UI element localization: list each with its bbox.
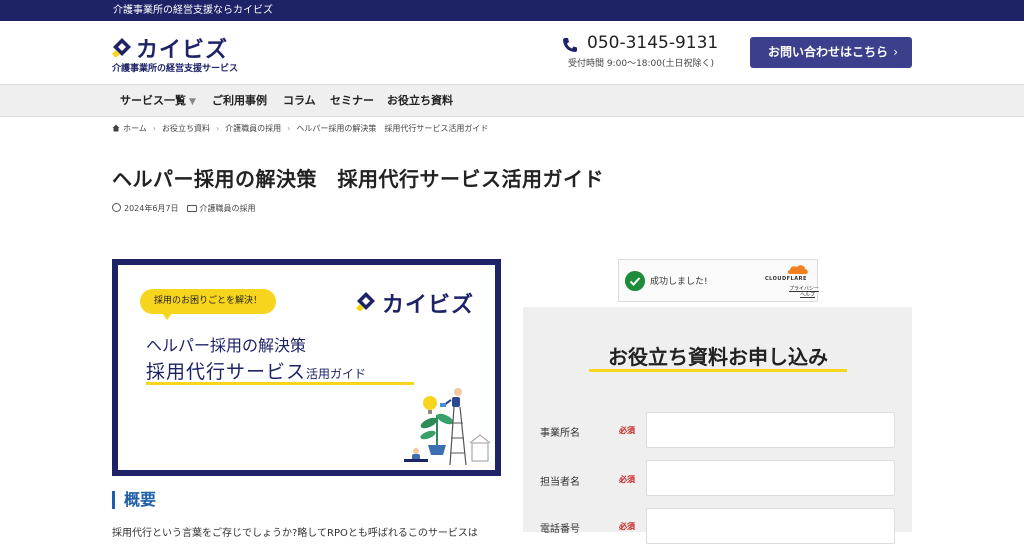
hero-logo-text: カイビズ	[382, 293, 475, 318]
breadcrumb-category[interactable]: 介護職員の採用	[225, 124, 281, 133]
nav-item-seminar[interactable]: セミナー	[330, 85, 374, 118]
field-label-office-name: 事業所名	[540, 428, 580, 439]
help-link[interactable]: ヘルプ	[800, 291, 815, 298]
contact-button[interactable]: お問い合わせはこちら ›	[750, 37, 912, 68]
main-nav: サービス一覧 ▼ ご利用事例 コラム セミナー お役立ち資料	[0, 84, 1024, 117]
breadcrumb-separator: ›	[287, 124, 291, 133]
hero-logo: カイビズ	[356, 287, 486, 318]
site-header: カイビズ 介護事業所の経営支援サービス 050-3145-9131 受付時間 9…	[0, 21, 1024, 84]
nav-item-label: サービス一覧	[120, 94, 186, 107]
phone-contact[interactable]: 050-3145-9131 受付時間 9:00〜18:00(土日祝除く)	[562, 33, 732, 73]
office-name-input[interactable]	[646, 412, 895, 448]
hero-subheadline-small: 活用ガイド	[306, 367, 367, 381]
required-badge: 必須	[619, 522, 635, 531]
nav-item-label: コラム	[283, 94, 316, 107]
nav-item-services[interactable]: サービス一覧 ▼	[120, 85, 196, 118]
breadcrumb-home[interactable]: ホーム	[123, 124, 147, 133]
nav-item-column[interactable]: コラム	[283, 85, 316, 118]
breadcrumb-separator: ›	[152, 124, 156, 133]
check-success-icon	[625, 271, 645, 291]
field-label-contact-person: 担当者名	[540, 477, 580, 488]
logo-mark-icon	[112, 38, 131, 57]
top-announcement-bar: 介護事業所の経営支援ならカイビズ	[0, 0, 1024, 21]
hero-headline: ヘルパー採用の解決策	[146, 336, 307, 355]
hero-banner-inner: 採用のお困りごとを解決！ カイビズ ヘルパー採用の解決策 採用代行サービス活用ガ…	[118, 265, 495, 470]
plant-growing-illustration	[404, 388, 491, 466]
nav-item-case-studies[interactable]: ご利用事例	[212, 85, 267, 118]
resource-request-form: お役立ち資料お申し込み 事業所名 必須 担当者名 必須 電話番号 必須	[523, 307, 912, 544]
phone-number: 050-3145-9131	[587, 33, 719, 53]
chevron-right-icon: ›	[893, 45, 898, 59]
speech-bubble: 採用のお困りごとを解決！	[140, 289, 276, 320]
folder-icon	[186, 205, 197, 212]
contact-button-label: お問い合わせはこちら	[768, 45, 889, 59]
form-title: お役立ち資料お申し込み	[608, 345, 828, 369]
captcha-status-text: 成功しました!	[650, 277, 708, 287]
nav-item-label: ご利用事例	[212, 94, 267, 107]
phone-input[interactable]	[646, 508, 895, 544]
top-announcement-text: 介護事業所の経営支援ならカイビズ	[113, 5, 273, 16]
logo-mark-icon	[356, 292, 375, 311]
contact-person-input[interactable]	[646, 460, 895, 496]
breadcrumb-resources[interactable]: お役立ち資料	[162, 124, 210, 133]
breadcrumb-separator: ›	[215, 124, 220, 133]
cloudflare-cloud-icon	[787, 265, 808, 274]
phone-hours: 受付時間 9:00〜18:00(土日祝除く)	[568, 59, 715, 69]
article-meta: 2024年6月7日 介護職員の採用	[112, 203, 256, 214]
required-badge: 必須	[619, 475, 635, 484]
article-date: 2024年6月7日	[124, 204, 179, 213]
nav-item-label: お役立ち資料	[387, 94, 453, 107]
field-label-phone: 電話番号	[540, 524, 580, 535]
hero-subheadline: 採用代行サービス活用ガイド	[146, 357, 366, 384]
clock-icon	[112, 203, 121, 212]
required-badge: 必須	[619, 426, 635, 435]
logo-subtitle: 介護事業所の経営支援サービス	[112, 64, 239, 74]
page-title: ヘルパー採用の解決策 採用代行サービス活用ガイド	[112, 167, 604, 191]
hero-banner-image: 採用のお困りごとを解決！ カイビズ ヘルパー採用の解決策 採用代行サービス活用ガ…	[112, 259, 501, 476]
hero-underline	[146, 382, 414, 385]
form-title-underline	[589, 369, 847, 372]
speech-bubble-text: 採用のお困りごとを解決！	[153, 296, 262, 306]
home-icon	[112, 124, 120, 132]
breadcrumb-current: ヘルパー採用の解決策 採用代行サービス活用ガイド	[296, 124, 489, 133]
phone-icon	[563, 38, 577, 52]
nav-item-resources[interactable]: お役立ち資料	[387, 85, 453, 118]
nav-item-label: セミナー	[330, 94, 374, 107]
logo-text: カイビズ	[136, 38, 229, 63]
hero-subheadline-main: 採用代行サービス	[146, 361, 307, 383]
caret-down-icon: ▼	[189, 97, 196, 107]
cloudflare-turnstile-widget[interactable]: 成功しました! CLOUDFLARE プライバシー ヘルプ	[618, 259, 819, 302]
cloudflare-logo-text: CLOUDFLARE	[765, 276, 807, 282]
section-heading-overview: 概要	[112, 491, 156, 509]
breadcrumb: ホーム › お役立ち資料 › 介護職員の採用 › ヘルパー採用の解決策 採用代行サービス活用…	[112, 123, 488, 134]
article-category[interactable]: 介護職員の採用	[200, 204, 256, 213]
